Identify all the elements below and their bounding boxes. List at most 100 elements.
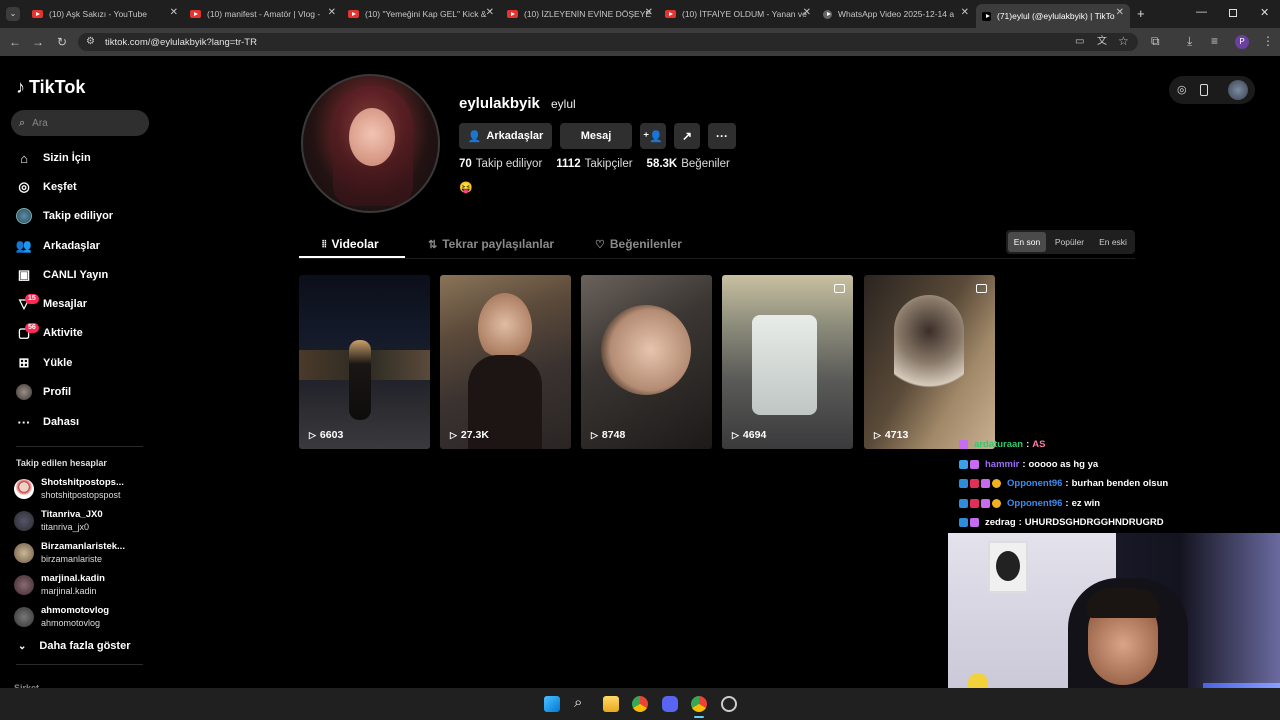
- following-account[interactable]: marjinal.kadin marjinal.kadin: [14, 571, 105, 599]
- browser-tab-active[interactable]: (71)eylul (@eylulakbyik) | TikTo ✕: [976, 4, 1130, 28]
- sidebar-item-messages[interactable]: ▽ 15 Mesajlar: [16, 292, 87, 316]
- forward-icon[interactable]: →: [32, 35, 44, 49]
- cast-icon[interactable]: ▭: [1075, 35, 1084, 49]
- tab-reposts[interactable]: ⇅ Tekrar paylaşılanlar: [428, 232, 554, 256]
- friends-button[interactable]: 👤 Arkadaşlar: [459, 123, 552, 149]
- sidebar-item-live[interactable]: ▣ CANLI Yayın: [16, 263, 108, 287]
- close-tab-icon[interactable]: ✕: [645, 7, 653, 18]
- obs-icon[interactable]: [721, 696, 737, 712]
- sort-latest[interactable]: En son: [1008, 232, 1046, 252]
- chrome-icon[interactable]: [691, 696, 707, 712]
- sidebar-item-following[interactable]: Takip ediliyor: [16, 204, 113, 228]
- video-views: ▷ 8748: [591, 429, 626, 441]
- chat-username: zedrag: [985, 516, 1016, 528]
- browser-menu-icon[interactable]: ⋮: [1262, 34, 1274, 48]
- followers-label: Takipçiler: [584, 158, 633, 170]
- following-account[interactable]: Titanriva_JX0 titanriva_jx0: [14, 507, 103, 535]
- bio-emoji: 😝: [459, 182, 473, 194]
- download-icon[interactable]: ⤓: [1187, 34, 1192, 48]
- sidebar-item-explore[interactable]: ◎ Keşfet: [16, 175, 76, 199]
- media-control-icon[interactable]: ≡: [1211, 34, 1218, 48]
- video-thumbnail[interactable]: ▷ 8748: [581, 275, 712, 449]
- video-thumbnail[interactable]: ▷ 4694: [722, 275, 853, 449]
- sort-oldest[interactable]: En eski: [1093, 232, 1133, 252]
- back-icon[interactable]: ←: [9, 35, 21, 49]
- badge-icon: [959, 498, 968, 508]
- sort-popular[interactable]: Popüler: [1049, 232, 1090, 252]
- more-options-button[interactable]: ···: [708, 123, 736, 149]
- discord-icon[interactable]: [662, 696, 678, 712]
- browser-tab[interactable]: (10) "Yemeğini Kap GEL" Kick & ✕: [348, 4, 494, 24]
- chrome-icon[interactable]: [632, 696, 648, 712]
- following-account[interactable]: ahmomotovlog ahmomotovlog: [14, 603, 109, 631]
- sidebar-item-activity[interactable]: ▢ 56 Aktivite: [16, 321, 83, 345]
- windows-start-icon[interactable]: [544, 696, 560, 712]
- following-count[interactable]: 70: [459, 158, 472, 170]
- profile-nickname: eylul: [551, 97, 576, 111]
- following-account[interactable]: Shotshitpostops... shotshitpostopspost: [14, 475, 124, 503]
- sidebar-item-profile[interactable]: Profil: [16, 380, 71, 404]
- address-text[interactable]: tiktok.com/@eylulakbyik?lang=tr-TR: [105, 37, 257, 48]
- close-window-icon[interactable]: ✕: [1260, 6, 1269, 19]
- avatar: [14, 511, 34, 531]
- sidebar-item-upload[interactable]: ⊞ Yükle: [16, 351, 73, 375]
- profile-username: eylulakbyik: [459, 95, 540, 112]
- new-tab-button[interactable]: +: [1137, 6, 1145, 21]
- extensions-icon[interactable]: ⧉: [1151, 34, 1160, 48]
- more-horizontal-icon: ···: [716, 129, 728, 143]
- close-tab-icon[interactable]: ✕: [170, 7, 178, 18]
- close-tab-icon[interactable]: ✕: [961, 7, 969, 18]
- tiktok-logo[interactable]: ♪ TikTok: [16, 76, 85, 98]
- person-check-icon: 👤: [467, 130, 482, 143]
- chat-message: Opponent96: ez win: [959, 495, 1100, 511]
- browser-tab[interactable]: (10) İZLEYENİN EVİNE DÖŞEYE ✕: [507, 4, 653, 24]
- play-icon: ▷: [874, 429, 881, 440]
- browser-tab-strip: ⌄ (10) Aşk Sakızı - YouTube ✕ (10) manife…: [0, 0, 1280, 28]
- profile-avatar-icon[interactable]: P: [1235, 35, 1249, 49]
- minimize-window-icon[interactable]: —: [1196, 6, 1207, 18]
- maximize-window-icon[interactable]: [1229, 9, 1237, 17]
- chat-message: zedrag: UHURDSGHDRGGHNDRUGRD: [959, 514, 1164, 530]
- video-thumbnail[interactable]: ▷ 27.3K: [440, 275, 571, 449]
- message-button[interactable]: Mesaj: [560, 123, 632, 149]
- profile-avatar[interactable]: [301, 74, 440, 213]
- bookmark-star-icon[interactable]: ☆: [1118, 34, 1129, 48]
- tab-liked[interactable]: ♡ Beğenilenler: [595, 232, 682, 256]
- search-box[interactable]: ⌕ Ara: [11, 110, 149, 136]
- translate-icon[interactable]: 文: [1097, 35, 1107, 49]
- badge-icon: [970, 498, 979, 508]
- search-icon[interactable]: ⌕: [574, 694, 582, 711]
- video-thumbnail[interactable]: ▷ 4713: [864, 275, 995, 449]
- video-thumbnail[interactable]: ▷ 6603: [299, 275, 430, 449]
- sidebar-item-friends[interactable]: 👥 Arkadaşlar: [16, 234, 100, 258]
- following-avatar-icon: [16, 208, 32, 224]
- sidebar-item-for-you[interactable]: ⌂ Sizin İçin: [16, 146, 91, 170]
- user-avatar[interactable]: [1228, 80, 1248, 100]
- browser-tab[interactable]: (10) manifest - Amatör | Vlog - ✕: [190, 4, 336, 24]
- upload-icon: ⊞: [18, 355, 30, 370]
- show-more-button[interactable]: ⌄ Daha fazla göster: [18, 640, 130, 652]
- profile-avatar-icon: [16, 384, 32, 400]
- reload-icon[interactable]: ↻: [57, 35, 67, 49]
- followers-count[interactable]: 1112: [556, 158, 580, 170]
- tab-search-button[interactable]: ⌄: [6, 7, 20, 21]
- chat-username: hammir: [985, 458, 1020, 470]
- video-views: ▷ 4713: [874, 429, 909, 441]
- file-explorer-icon[interactable]: [603, 696, 619, 712]
- browser-tab[interactable]: (10) Aşk Sakızı - YouTube ✕: [32, 4, 178, 24]
- close-tab-icon[interactable]: ✕: [486, 7, 494, 18]
- following-account[interactable]: Birzamanlaristek... birzamanlariste: [14, 539, 125, 567]
- share-button[interactable]: ↗: [674, 123, 700, 149]
- close-tab-icon[interactable]: ✕: [1116, 7, 1124, 18]
- tab-videos[interactable]: ⦙⦙ Videolar: [322, 232, 379, 256]
- suggested-accounts-button[interactable]: ⁺👤: [640, 123, 666, 149]
- coin-icon[interactable]: ◎: [1177, 83, 1187, 96]
- close-tab-icon[interactable]: ✕: [328, 7, 336, 18]
- site-info-icon[interactable]: ⚙: [86, 35, 95, 49]
- browser-tab[interactable]: WhatsApp Video 2025-12-14 a ✕: [823, 4, 969, 24]
- close-tab-icon[interactable]: ✕: [803, 7, 811, 18]
- chat-username: Opponent96: [1007, 497, 1063, 509]
- sidebar-item-more[interactable]: ··· Dahası: [16, 410, 80, 434]
- device-icon[interactable]: [1200, 84, 1208, 96]
- browser-tab[interactable]: (10) İTFAİYE OLDUM - Yanan ve ✕: [665, 4, 811, 24]
